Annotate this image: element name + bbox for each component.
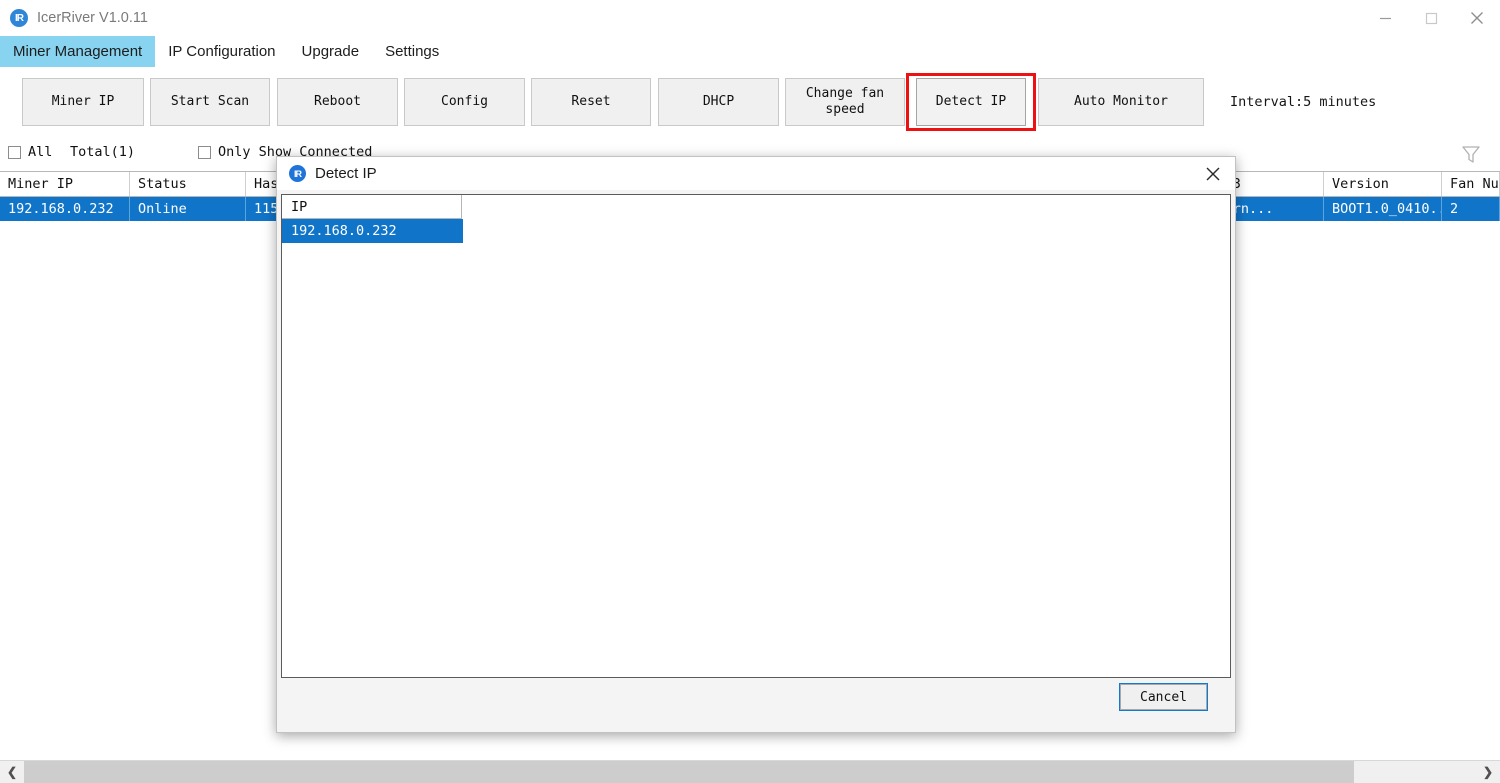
scrollbar-thumb[interactable]: [24, 761, 1354, 783]
auto-monitor-button[interactable]: Auto Monitor: [1038, 78, 1204, 126]
change-fan-speed-button[interactable]: Change fan speed: [785, 78, 905, 126]
dialog-logo-icon: IR: [289, 165, 306, 182]
tab-label: Settings: [385, 43, 439, 60]
all-checkbox[interactable]: [8, 146, 21, 159]
tab-label: Miner Management: [13, 43, 142, 60]
detect-ip-dialog: IR Detect IP IP 192.168.0.232 Cancel: [276, 156, 1236, 733]
tab-miner-management[interactable]: Miner Management: [0, 36, 155, 67]
cell-miner-ip: 192.168.0.232: [0, 197, 130, 221]
column-header-status[interactable]: Status: [130, 172, 246, 196]
all-checkbox-item[interactable]: All: [8, 144, 52, 160]
total-count-label: Total(1): [70, 144, 135, 160]
miner-ip-button[interactable]: Miner IP: [22, 78, 144, 126]
horizontal-scrollbar[interactable]: ❮ ❯: [0, 760, 1500, 783]
main-tabbar: Miner Management IP Configuration Upgrad…: [0, 36, 1500, 67]
column-header-version[interactable]: Version: [1324, 172, 1442, 196]
app-logo-icon: IR: [10, 9, 28, 27]
interval-label: Interval:5 minutes: [1230, 78, 1376, 126]
scrollbar-track[interactable]: [24, 761, 1476, 783]
dialog-titlebar: IR Detect IP: [277, 157, 1235, 190]
only-show-connected-checkbox[interactable]: [198, 146, 211, 159]
tab-ip-configuration[interactable]: IP Configuration: [155, 36, 288, 67]
ip-list-panel: IP 192.168.0.232: [281, 194, 1231, 678]
dialog-footer: Cancel: [281, 680, 1231, 728]
window-controls: [1362, 0, 1500, 36]
tab-label: IP Configuration: [168, 43, 275, 60]
close-icon[interactable]: [1454, 0, 1500, 36]
detect-ip-button[interactable]: Detect IP: [916, 78, 1026, 126]
dialog-close-icon[interactable]: [1191, 157, 1235, 190]
dialog-title: Detect IP: [315, 165, 377, 182]
column-header-miner-ip[interactable]: Miner IP: [0, 172, 130, 196]
funnel-icon[interactable]: [1460, 143, 1482, 165]
cell-status: Online: [130, 197, 246, 221]
action-toolbar: Miner IP Start Scan Reboot Config Reset …: [0, 67, 1500, 138]
reset-button[interactable]: Reset: [531, 78, 651, 126]
start-scan-button[interactable]: Start Scan: [150, 78, 270, 126]
tab-label: Upgrade: [302, 43, 360, 60]
chevron-right-icon[interactable]: ❯: [1476, 761, 1500, 783]
cell-version: BOOT1.0_0410...: [1324, 197, 1442, 221]
maximize-icon[interactable]: [1408, 0, 1454, 36]
config-button[interactable]: Config: [404, 78, 525, 126]
application-window: IR IcerRiver V1.0.11 Miner Management IP…: [0, 0, 1500, 783]
ip-list-item[interactable]: 192.168.0.232: [282, 219, 463, 243]
tab-settings[interactable]: Settings: [372, 36, 452, 67]
chevron-left-icon[interactable]: ❮: [0, 761, 24, 783]
window-titlebar: IR IcerRiver V1.0.11: [0, 0, 1500, 36]
window-title: IcerRiver V1.0.11: [37, 10, 148, 26]
column-header-fan-num[interactable]: Fan Num: [1442, 172, 1500, 196]
all-checkbox-label: All: [28, 144, 52, 160]
dhcp-button[interactable]: DHCP: [658, 78, 779, 126]
minimize-icon[interactable]: [1362, 0, 1408, 36]
cancel-button[interactable]: Cancel: [1120, 684, 1207, 710]
reboot-button[interactable]: Reboot: [277, 78, 398, 126]
cell-fan-num: 2: [1442, 197, 1500, 221]
ip-list-column-header[interactable]: IP: [282, 195, 462, 219]
tab-upgrade[interactable]: Upgrade: [289, 36, 373, 67]
